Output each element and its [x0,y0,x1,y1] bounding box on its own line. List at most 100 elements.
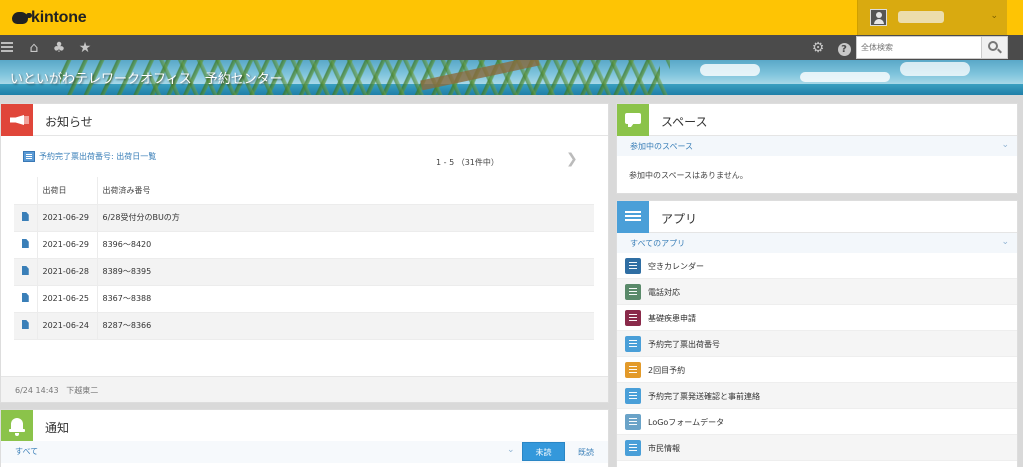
top-header: kintone ⌄ [0,0,1023,35]
cell-number: 8396～8420 [97,231,594,259]
app-list-icon [617,201,649,233]
app-name[interactable]: 予約完了票発送確認と事前連絡 [648,391,760,402]
table-header-row: 出荷日 出荷済み番号 [14,177,594,205]
star-icon[interactable]: ★ [77,40,93,56]
bell-icon [1,410,33,442]
list-icon [625,440,641,456]
clipboard-icon [625,310,641,326]
notice-list-link[interactable]: 予約完了票出荷番号: 出荷日一覧 [23,151,156,162]
cell-date: 2021-06-29 [37,204,98,232]
space-header: スペース [617,104,1017,136]
home-icon[interactable]: ⌂ [26,40,42,56]
app-list-icon [23,151,35,162]
chevron-down-icon: ⌄ [990,11,998,21]
search-button[interactable] [982,36,1008,59]
notice-author[interactable]: 下越東二 [66,386,98,395]
app-name[interactable]: LoGoフォームデータ [648,417,724,428]
app-item-underlying-condition[interactable]: 基礎疾患申請 [617,305,1017,331]
table-row[interactable]: 2021-06-29 8396～8420 [14,231,594,259]
syringe-icon [625,362,641,378]
phone-icon [625,284,641,300]
notice-records-table: 出荷日 出荷済み番号 2021-06-29 6/28受付分のBUの方 2021-… [14,177,594,340]
cell-date: 2021-06-24 [37,312,98,340]
user-name [898,11,944,23]
column-header-number[interactable]: 出荷済み番号 [97,177,594,205]
notice-list-link-label[interactable]: 予約完了票出荷番号: 出荷日一覧 [39,151,156,162]
search-input[interactable] [857,37,977,57]
table-row[interactable]: 2021-06-29 6/28受付分のBUの方 [14,204,594,232]
app-item-availability-calendar[interactable]: 空きカレンダー [617,253,1017,279]
space-empty-message: 参加中のスペースはありません。 [629,171,748,180]
apps-filter[interactable]: すべてのアプリ ⌄ [617,233,1017,253]
notice-timestamp: 6/24 14:43 [15,386,59,395]
list-icon [625,336,641,352]
table-row[interactable]: 2021-06-28 8389～8395 [14,258,594,286]
chevron-down-icon[interactable]: ⌄ [507,445,515,455]
record-detail-icon[interactable] [21,293,29,302]
space-filter[interactable]: 参加中のスペース ⌄ [617,136,1017,156]
user-avatar-icon [870,9,887,26]
app-name[interactable]: 空きカレンダー [648,261,704,272]
kintone-logo[interactable]: kintone [12,9,87,27]
space-filter-label[interactable]: 参加中のスペース [630,141,693,152]
space-title: スペース [661,115,708,129]
help-icon[interactable]: ? [836,40,852,56]
cell-date: 2021-06-29 [37,231,98,259]
notice-footer: 6/24 14:43 下越東二 [1,376,608,402]
cell-number: 8367～8388 [97,285,594,313]
banner-title: いといがわテレワークオフィス 予約センター [10,72,283,87]
app-name[interactable]: 基礎疾患申請 [648,313,696,324]
notice-pager: 1 - 5 （31件中） [436,158,499,167]
apps-title: アプリ [661,212,698,226]
search-box [856,36,982,59]
chat-bubble-icon [617,104,649,136]
table-row[interactable]: 2021-06-25 8367～8388 [14,285,594,313]
notice-header: お知らせ [1,104,608,136]
chevron-down-icon[interactable]: ⌄ [1001,237,1009,247]
unread-button[interactable]: 未読 [522,442,565,461]
megaphone-icon [1,104,33,136]
app-item-shipping-number[interactable]: 予約完了票出荷番号 [617,331,1017,357]
record-detail-icon[interactable] [21,320,29,329]
cell-date: 2021-06-28 [37,258,98,286]
notifications-header: 通知 [1,410,608,442]
apps-header: アプリ [617,201,1017,233]
cell-date: 2021-06-25 [37,285,98,313]
notifications-filter[interactable]: すべて ⌄ [1,441,608,463]
app-name[interactable]: 予約完了票出荷番号 [648,339,720,350]
chevron-right-icon[interactable]: ❯ [566,151,578,167]
app-item-second-booking[interactable]: 2回目予約 [617,357,1017,383]
app-list: 空きカレンダー 電話対応 基礎疾患申請 予約完了票出荷番号 2回目予約 予約完了… [617,253,1017,461]
app-item-shipping-confirm[interactable]: 予約完了票発送確認と事前連絡 [617,383,1017,409]
notifications-filter-label[interactable]: すべて [15,446,38,457]
bell-icon[interactable]: ♣ [51,40,67,56]
record-detail-icon[interactable] [21,239,29,248]
cell-number: 6/28受付分のBUの方 [97,204,594,232]
gear-icon[interactable]: ⚙ [810,40,826,56]
app-name[interactable]: 2回目予約 [648,365,685,376]
app-item-logo-form[interactable]: LoGoフォームデータ [617,409,1017,435]
app-name[interactable]: 電話対応 [648,287,680,298]
app-item-citizen-info[interactable]: 市民情報 [617,435,1017,461]
portal-banner: いといがわテレワークオフィス 予約センター [0,60,1023,95]
user-menu[interactable]: ⌄ [857,0,1007,35]
list-icon [625,388,641,404]
cloud-icon [625,414,641,430]
notice-title: お知らせ [45,115,93,129]
calendar-icon [625,258,641,274]
kintone-logo-icon [12,12,32,24]
app-name[interactable]: 市民情報 [648,443,680,454]
column-header-date[interactable]: 出荷日 [37,177,98,205]
record-detail-icon[interactable] [21,266,29,275]
read-link[interactable]: 既読 [578,447,594,458]
cell-number: 8287～8366 [97,312,594,340]
app-item-phone-support[interactable]: 電話対応 [617,279,1017,305]
record-detail-icon[interactable] [21,212,29,221]
cell-number: 8389～8395 [97,258,594,286]
table-row[interactable]: 2021-06-24 8287～8366 [14,312,594,340]
menu-icon[interactable] [0,40,16,56]
chevron-down-icon[interactable]: ⌄ [1001,140,1009,150]
logo-text: kintone [31,9,87,26]
apps-filter-label[interactable]: すべてのアプリ [630,238,685,249]
notifications-title: 通知 [45,421,70,435]
